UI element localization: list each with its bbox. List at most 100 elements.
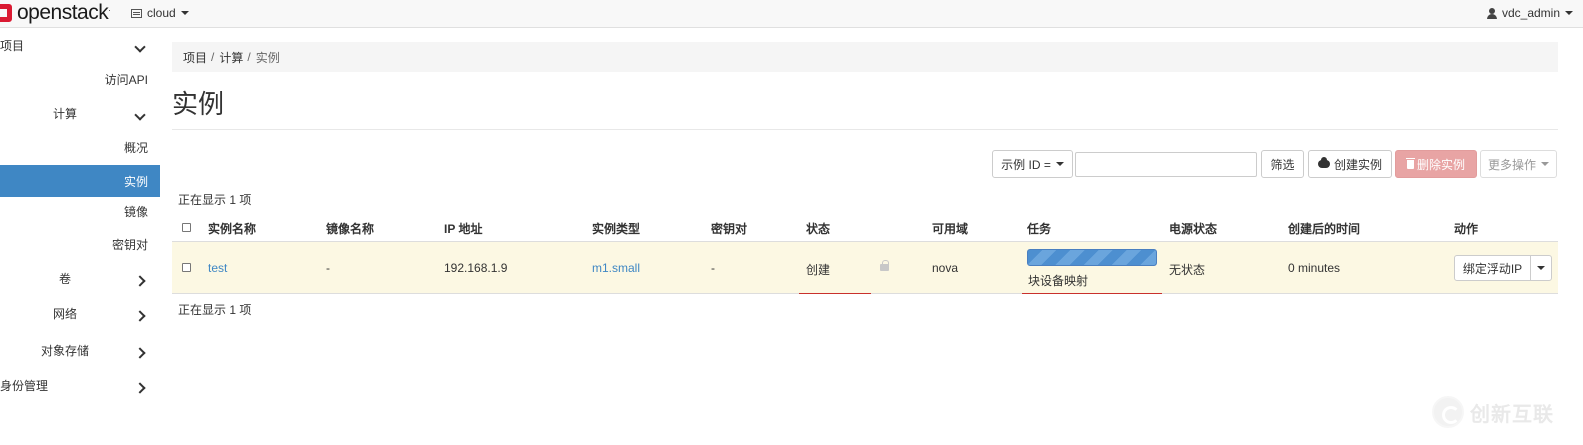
- sidebar-item-label: 密钥对: [111, 237, 148, 252]
- instance-power-state: 无状态: [1169, 263, 1206, 277]
- status-underline: [799, 293, 871, 294]
- associate-floating-ip-button[interactable]: 绑定浮动IP: [1454, 255, 1531, 281]
- instance-task: 块设备映射: [1028, 274, 1089, 288]
- brand-logo-link[interactable]: openstack.: [0, 1, 110, 24]
- row-select-checkbox[interactable]: [182, 263, 191, 272]
- sidebar-item-volumes[interactable]: 卷: [0, 263, 160, 293]
- sidebar-item-label: 访问API: [104, 72, 148, 87]
- column-header-flavor[interactable]: 实例类型: [592, 220, 640, 237]
- delete-instances-button[interactable]: 删除实例: [1395, 150, 1477, 178]
- top-navbar: openstack. cloud vdc_admin: [0, 0, 1583, 28]
- sidebar-item-project[interactable]: 项目: [0, 30, 160, 60]
- table-count-bottom: 正在显示 1 项: [178, 303, 252, 317]
- chevron-right-icon: [134, 345, 146, 360]
- project-list-icon: [131, 8, 142, 18]
- more-actions-button[interactable]: 更多操作: [1480, 150, 1557, 178]
- caret-down-icon: [1055, 162, 1064, 166]
- page-title: 实例: [172, 89, 225, 119]
- sidebar-item-key-pairs[interactable]: 密钥对: [0, 229, 160, 259]
- sidebar-item-object-store[interactable]: 对象存储: [0, 335, 160, 365]
- caret-down-icon: [180, 11, 189, 15]
- filter-field-label: 示例 ID =: [1001, 157, 1051, 172]
- sidebar-item-label: 卷: [59, 271, 72, 286]
- lock-icon: [880, 260, 889, 271]
- sidebar-item-images[interactable]: 镜像: [0, 196, 160, 226]
- brand-name: openstack.: [17, 1, 110, 24]
- column-header-actions: 动作: [1454, 222, 1479, 236]
- breadcrumb-compute[interactable]: 计算: [219, 49, 243, 66]
- breadcrumb: 项目 / 计算 / 实例: [172, 42, 1558, 72]
- chevron-right-icon: [134, 380, 146, 395]
- sidebar-item-overview[interactable]: 概况: [0, 132, 160, 162]
- caret-down-icon: [1565, 11, 1573, 15]
- column-header-name[interactable]: 实例名称: [208, 220, 256, 237]
- delete-instances-label: 删除实例: [1416, 157, 1465, 172]
- caret-down-icon: [1541, 162, 1550, 166]
- instance-zone: nova: [932, 261, 959, 275]
- column-header-zone[interactable]: 可用域: [932, 220, 968, 237]
- instance-image: -: [326, 261, 330, 275]
- user-icon: [1486, 7, 1497, 19]
- sidebar-item-label: 身份管理: [0, 378, 49, 393]
- instance-keypair: -: [711, 261, 715, 275]
- cloud-upload-icon: [1317, 157, 1330, 168]
- sidebar-item-access-api[interactable]: 访问API: [0, 64, 160, 94]
- chevron-right-icon: [134, 308, 146, 323]
- column-header-age[interactable]: 创建后的时间: [1288, 220, 1360, 237]
- sidebar-item-label: 实例: [123, 174, 148, 189]
- breadcrumb-separator: /: [247, 50, 251, 64]
- sidebar-item-instances[interactable]: 实例: [0, 165, 160, 197]
- table-row: test - 192.168.1.9 m1.small - 创建 nova 块设…: [172, 242, 1558, 294]
- sidebar-item-network[interactable]: 网络: [0, 298, 160, 328]
- sidebar-item-label: 网络: [53, 306, 78, 321]
- project-switcher[interactable]: cloud: [131, 6, 189, 20]
- chevron-right-icon: [134, 273, 146, 288]
- column-header-keypair[interactable]: 密钥对: [711, 220, 747, 237]
- row-actions-dropdown-toggle[interactable]: [1530, 255, 1552, 281]
- breadcrumb-separator: /: [211, 50, 215, 64]
- trash-icon: [1405, 157, 1415, 169]
- filter-field-select[interactable]: 示例 ID =: [992, 150, 1073, 178]
- instance-name-link[interactable]: test: [208, 261, 227, 275]
- caret-down-icon: [1537, 266, 1545, 270]
- breadcrumb-project[interactable]: 项目: [183, 49, 207, 66]
- sidebar-item-label: 项目: [0, 38, 25, 53]
- sidebar: 项目 访问API 计算 概况 实例 镜像 密钥对 卷 网络 对象存储 身份管理: [0, 28, 160, 445]
- chevron-down-icon: [134, 39, 146, 54]
- filter-button[interactable]: 筛选: [1261, 150, 1304, 178]
- sidebar-item-compute[interactable]: 计算: [0, 98, 160, 128]
- title-divider: [172, 129, 1558, 130]
- filter-input[interactable]: [1075, 152, 1257, 177]
- user-menu[interactable]: vdc_admin: [1486, 6, 1573, 20]
- sidebar-item-label: 镜像: [123, 204, 148, 219]
- sidebar-item-label: 概况: [123, 140, 148, 155]
- column-header-task[interactable]: 任务: [1027, 220, 1051, 237]
- create-instance-label: 创建实例: [1333, 157, 1382, 172]
- project-name: cloud: [147, 6, 176, 20]
- column-header-ip[interactable]: IP 地址: [444, 220, 482, 237]
- instance-flavor-link[interactable]: m1.small: [592, 261, 640, 275]
- chevron-down-icon: [134, 107, 146, 122]
- task-progress-bar: [1027, 249, 1157, 266]
- openstack-logo-icon: [0, 3, 14, 23]
- table-header: 实例名称 镜像名称 IP 地址 实例类型 密钥对 状态 可用域 任务 电源状态 …: [172, 212, 1558, 242]
- create-instance-button[interactable]: 创建实例: [1308, 150, 1392, 178]
- table-count-top: 正在显示 1 项: [178, 193, 252, 207]
- sidebar-item-identity[interactable]: 身份管理: [0, 370, 160, 400]
- sidebar-item-label: 计算: [53, 106, 78, 121]
- sidebar-item-label: 对象存储: [41, 343, 90, 358]
- watermark-text: 创新互联: [1470, 403, 1554, 426]
- select-all-checkbox[interactable]: [182, 223, 191, 232]
- task-underline: [1022, 293, 1162, 294]
- watermark: 创新互联: [1432, 396, 1554, 428]
- column-header-status[interactable]: 状态: [806, 220, 830, 237]
- column-header-power[interactable]: 电源状态: [1169, 220, 1217, 237]
- user-name: vdc_admin: [1501, 6, 1560, 20]
- instance-age: 0 minutes: [1288, 261, 1341, 275]
- watermark-logo-icon: [1432, 396, 1464, 428]
- instance-ip: 192.168.1.9: [444, 261, 508, 275]
- more-actions-label: 更多操作: [1488, 157, 1537, 172]
- instance-status: 创建: [806, 263, 831, 277]
- column-header-image[interactable]: 镜像名称: [326, 220, 374, 237]
- breadcrumb-instances: 实例: [255, 50, 280, 65]
